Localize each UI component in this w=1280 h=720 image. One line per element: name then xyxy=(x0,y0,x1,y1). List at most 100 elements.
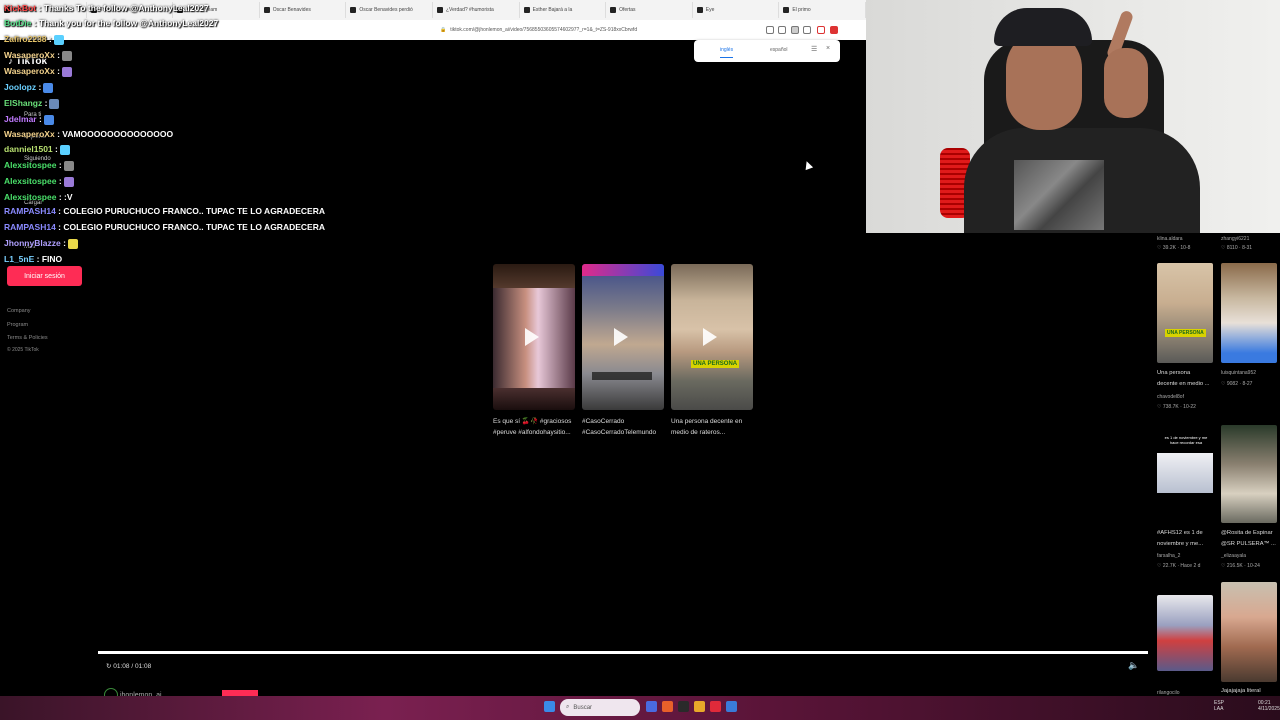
feed-username[interactable]: klina.aldara xyxy=(1157,236,1183,242)
feed-username[interactable]: luisquintana952 xyxy=(1221,370,1256,376)
chat-username[interactable]: KickBot xyxy=(4,3,36,13)
chat-username[interactable]: Joolopz xyxy=(4,82,36,92)
feed-username[interactable]: _elizaayala xyxy=(1221,553,1246,559)
video-badge: UNA PERSONA xyxy=(691,360,740,368)
store-icon[interactable] xyxy=(726,701,737,712)
obs-icon[interactable] xyxy=(678,701,689,712)
extension-icon[interactable] xyxy=(830,26,838,34)
stream-chat-overlay: KickBot : Thanks To the follow @AnthonyL… xyxy=(0,0,440,270)
cap xyxy=(994,8,1092,46)
chat-username[interactable]: Alexsitospee xyxy=(4,192,56,202)
chat-text: : xyxy=(48,34,52,44)
webcam-feed xyxy=(866,0,1280,233)
feed-username[interactable]: zhangyi6221 xyxy=(1221,236,1249,242)
feed-stats: ♡ 22.7K · Hace 2 d xyxy=(1157,563,1201,569)
chat-emote-icon xyxy=(53,34,64,45)
chat-message: Joolopz : xyxy=(4,82,54,93)
browser-tab[interactable]: Esther Bajará a la xyxy=(520,2,607,18)
chat-text: : xyxy=(38,82,42,92)
chat-username[interactable]: RAMPASH14 xyxy=(4,222,56,232)
chat-username[interactable]: WasaperoXx xyxy=(4,129,55,139)
close-icon[interactable]: × xyxy=(826,45,830,52)
footer-terms[interactable]: Terms & Policies xyxy=(7,335,48,341)
card-image xyxy=(1157,453,1213,493)
chat-username[interactable]: Alexsitospee xyxy=(4,160,56,170)
chat-username[interactable]: danniel1501 xyxy=(4,144,53,154)
feed-card-1[interactable]: UNA PERSONA xyxy=(1157,263,1213,363)
search-icon: ⌕ xyxy=(566,704,570,710)
chrome-icon[interactable] xyxy=(694,701,705,712)
zoom-icon[interactable] xyxy=(791,26,799,34)
feed-title[interactable]: #AFHS12 es 1 de noviembre y me... xyxy=(1157,528,1219,550)
share-icon[interactable] xyxy=(803,26,811,34)
task-view-icon[interactable] xyxy=(646,701,657,712)
chat-emote-icon xyxy=(67,238,78,249)
footer-company[interactable]: Company xyxy=(7,308,31,314)
volume-icon[interactable]: 🔈 xyxy=(1128,660,1139,671)
url-field[interactable]: 🔒 tiktok.com/@jhonlemon_ai/video/7568550… xyxy=(440,24,760,36)
feed-stats: ♡ 738.7K · 10-22 xyxy=(1157,404,1196,410)
chat-username[interactable]: ElShangz xyxy=(4,98,42,108)
feed-card-2[interactable] xyxy=(1221,263,1277,363)
video-progress-bar[interactable] xyxy=(98,651,1148,654)
feed-username[interactable]: farsalha_2 xyxy=(1157,553,1180,559)
chat-username[interactable]: Alexsitospee xyxy=(4,176,56,186)
card-thumb-text: es 1 de noviembre y me hace recordar esa xyxy=(1164,435,1208,445)
chat-username[interactable]: BotDie xyxy=(4,18,31,28)
translate-option-english[interactable]: inglés xyxy=(720,47,734,58)
video-thumbnail-2[interactable] xyxy=(582,264,664,410)
tab-title: Ofertas xyxy=(619,7,636,13)
feed-card-3[interactable]: es 1 de noviembre y me hace recordar esa xyxy=(1157,425,1213,523)
chat-emote-icon xyxy=(61,50,72,61)
feed-stats: ♡ 216.5K · 10-24 xyxy=(1221,563,1260,569)
chat-text: : xyxy=(44,98,48,108)
screenshot-icon[interactable] xyxy=(778,26,786,34)
chat-text: : xyxy=(63,238,66,248)
tray-clock[interactable]: 00:21 4/11/2025 xyxy=(1258,700,1280,712)
chat-text: : xyxy=(55,144,58,154)
chat-emote-icon xyxy=(63,160,74,171)
playback-time: ↻ 01:08 / 01:08 xyxy=(106,662,151,670)
chat-message: WasaperoXx : VAMOOOOOOOOOOOOOO xyxy=(4,129,173,139)
chat-username[interactable]: WasaperoXx xyxy=(4,50,55,60)
feed-card-6[interactable] xyxy=(1221,582,1277,682)
feed-title[interactable]: @Rosita de Espinar @SR PULSERA™ ... xyxy=(1221,528,1280,550)
tray-language[interactable]: ESP LAA xyxy=(1214,700,1224,712)
video-caption-1[interactable]: Es que sí 🍒🥀 #graciosos #peruve #alfondo… xyxy=(493,416,577,438)
shield-icon[interactable] xyxy=(817,26,825,34)
progress-fill xyxy=(98,651,1148,654)
chat-text: : xyxy=(58,176,62,186)
browser-tab[interactable]: El primo xyxy=(779,2,866,18)
chat-username[interactable]: Zafiro2238 xyxy=(4,34,47,44)
chat-username[interactable]: Jdelmar xyxy=(4,114,37,124)
brave-icon[interactable] xyxy=(662,701,673,712)
chat-username[interactable]: RAMPASH14 xyxy=(4,206,56,216)
feed-title[interactable]: Una persona decente en medio ... xyxy=(1157,368,1219,390)
chat-text: : COLEGIO PURUCHUCO FRANCO.. TUPAC TE LO… xyxy=(58,206,325,216)
tab-favicon-icon xyxy=(783,7,790,13)
translate-option-spanish[interactable]: español xyxy=(770,47,788,53)
chat-text: : xyxy=(38,114,42,124)
chat-username[interactable]: JhonnyBlazze xyxy=(4,238,61,248)
video-thumbnail-1[interactable] xyxy=(493,264,575,410)
video-caption-3[interactable]: Una persona decente en medio de rateros.… xyxy=(671,416,755,438)
menu-icon[interactable]: ☰ xyxy=(811,45,817,53)
feed-card-4[interactable] xyxy=(1221,425,1277,523)
video-caption-2[interactable]: #CasoCerrado #CasoCerradoTelemundo xyxy=(582,416,666,438)
footer-program[interactable]: Program xyxy=(7,322,28,328)
footer-copyright: © 2025 TikTok xyxy=(7,347,39,353)
tab-favicon-icon xyxy=(696,7,703,13)
feed-card-5[interactable] xyxy=(1157,595,1213,671)
app-icon[interactable] xyxy=(710,701,721,712)
feed-username[interactable]: chavodel8of xyxy=(1157,394,1184,400)
chat-username[interactable]: WasaperoXx xyxy=(4,66,55,76)
windows-start-icon[interactable] xyxy=(544,701,555,712)
video-thumbnail-3[interactable]: UNA PERSONA xyxy=(671,264,753,410)
chat-message: L1_5nE : FINO xyxy=(4,254,62,264)
browser-tab[interactable]: Eye xyxy=(693,2,780,18)
chat-username[interactable]: L1_5nE xyxy=(4,254,34,264)
browser-tab[interactable]: ¿Verdad? #humorista xyxy=(433,2,520,18)
taskbar-search[interactable]: ⌕ Buscar xyxy=(560,699,640,716)
browser-tab[interactable]: Ofertas xyxy=(606,2,693,18)
translate-icon[interactable] xyxy=(766,26,774,34)
